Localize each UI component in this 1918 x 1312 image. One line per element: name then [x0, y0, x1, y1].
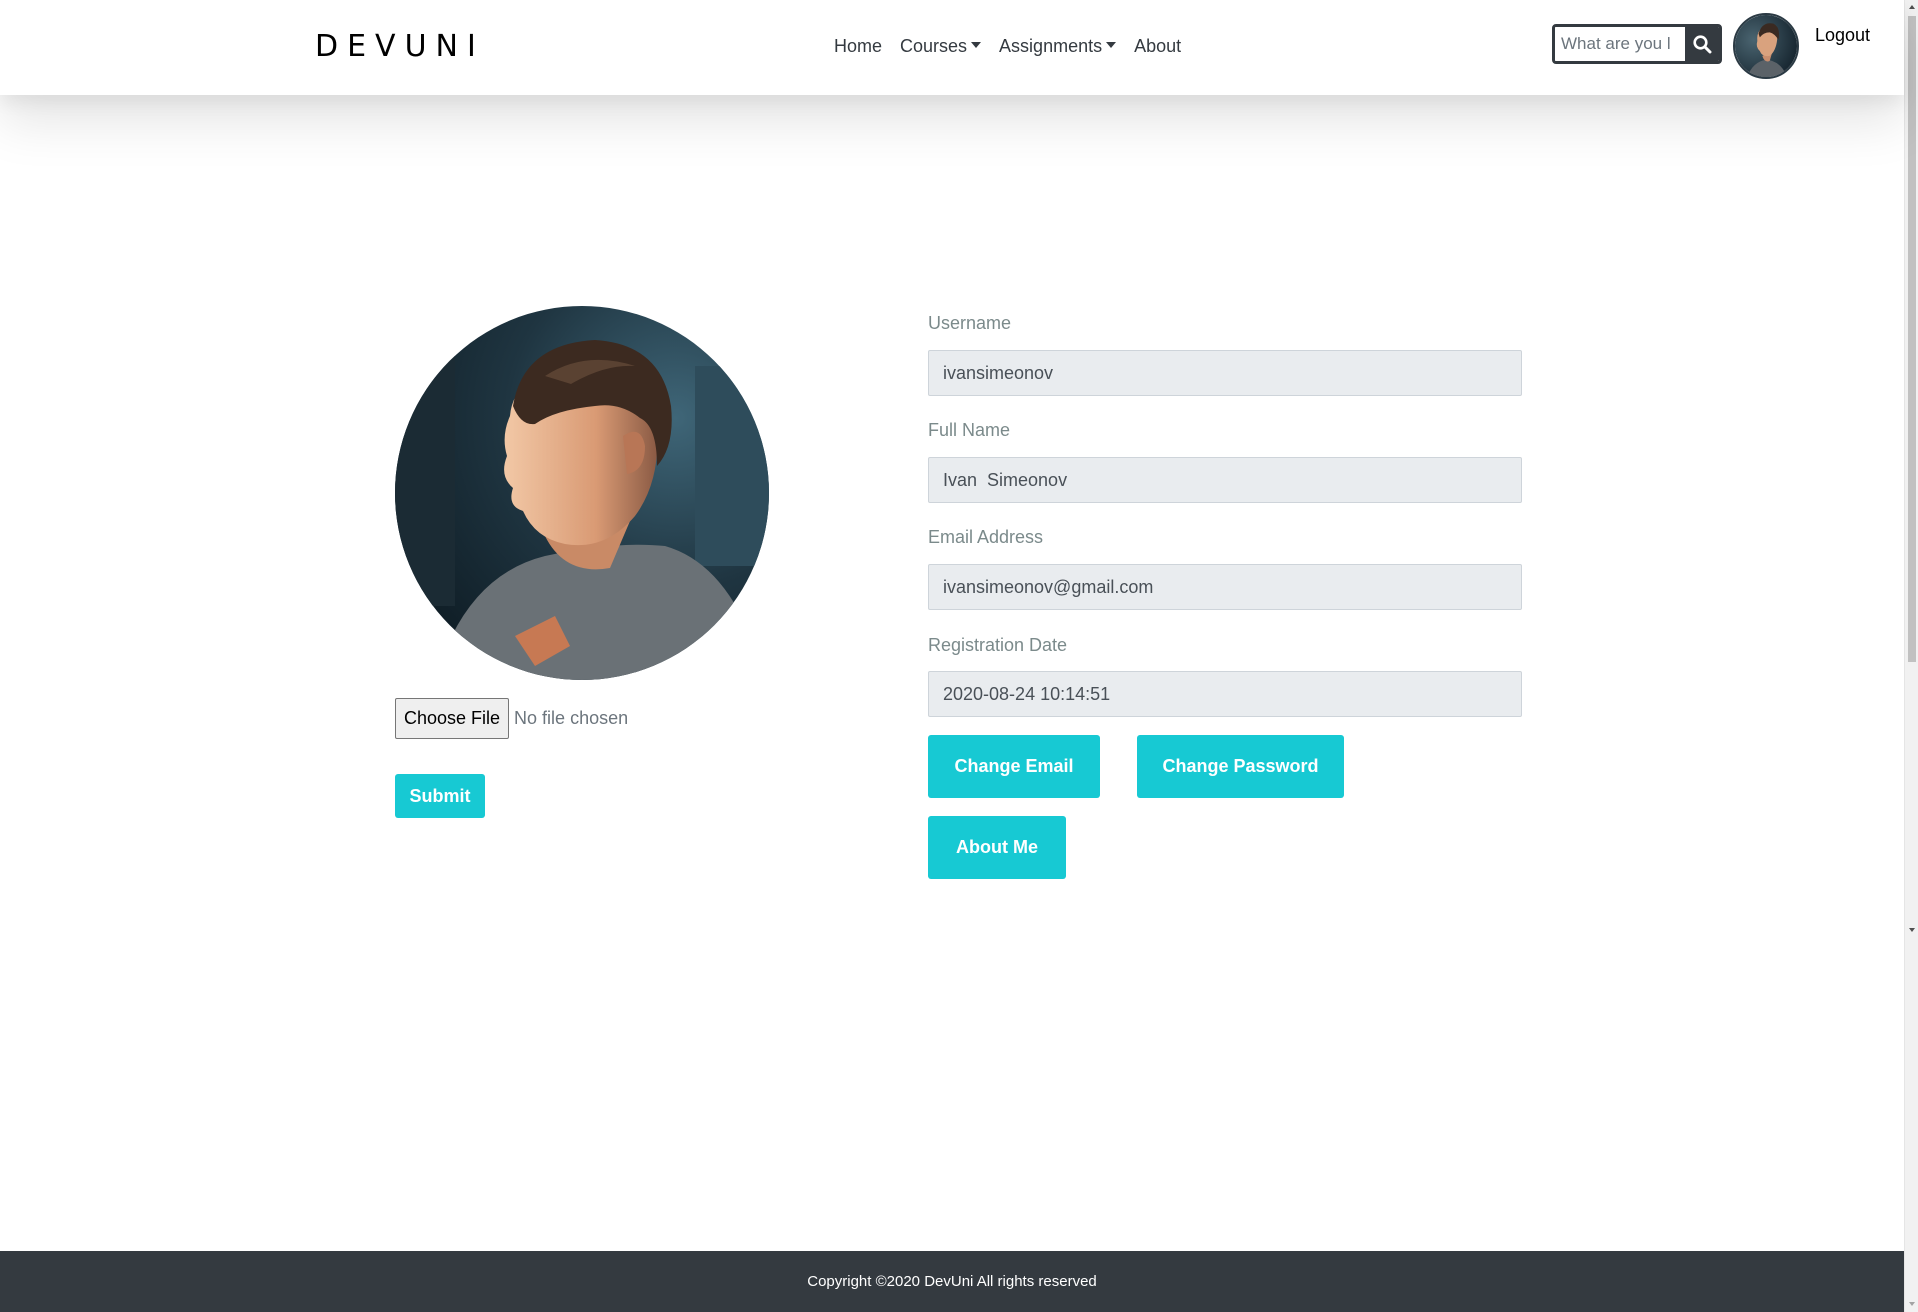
avatar-image [1735, 15, 1797, 77]
search-icon [1693, 35, 1712, 54]
change-email-button[interactable]: Change Email [928, 735, 1100, 798]
copyright-text: Copyright ©2020 DevUni All rights reserv… [807, 1273, 1097, 1290]
caret-down-icon [1106, 41, 1117, 48]
nav-link-about[interactable]: About [1134, 36, 1181, 57]
caret-down-icon [971, 41, 982, 48]
file-upload: Choose File No file chosen [395, 698, 628, 739]
about-me-button[interactable]: About Me [928, 816, 1066, 879]
username-field[interactable]: ivansimeonov [928, 350, 1522, 396]
logout-link[interactable]: Logout [1815, 25, 1870, 46]
username-label: Username [928, 313, 1012, 333]
nav-link-label: Home [834, 36, 883, 56]
main-nav: Home Courses Assignments About [834, 36, 1199, 57]
scroll-down-arrow-icon[interactable] [1909, 1302, 1915, 1306]
email-field[interactable]: ivansimeonov@gmail.com [928, 564, 1522, 610]
full-name-label: Full Name [928, 420, 1011, 440]
submit-photo-button[interactable]: Submit [395, 774, 485, 818]
profile-photo [395, 306, 769, 680]
nav-link-label: About [1134, 36, 1182, 56]
file-status-text: No file chosen [514, 708, 629, 728]
user-avatar[interactable] [1733, 13, 1799, 79]
nav-link-label: Courses [900, 36, 968, 56]
scroll-down-arrow-icon[interactable] [1909, 928, 1915, 932]
nav-link-home[interactable]: Home [834, 36, 882, 57]
page-scrollbar[interactable] [1904, 0, 1918, 1312]
nav-dropdown-courses[interactable]: Courses [900, 36, 982, 57]
search-form [1552, 24, 1722, 64]
nav-link-label: Assignments [999, 36, 1103, 56]
search-button[interactable] [1685, 27, 1719, 61]
scroll-up-arrow-icon[interactable] [1909, 5, 1915, 9]
nav-dropdown-assignments[interactable]: Assignments [999, 36, 1117, 57]
search-input[interactable] [1555, 27, 1685, 61]
page-footer: Copyright ©2020 DevUni All rights reserv… [0, 1251, 1904, 1312]
brand-logo[interactable]: DEVUNI [315, 29, 485, 64]
profile-photo-image [395, 306, 769, 680]
choose-file-button[interactable]: Choose File [395, 698, 510, 739]
top-navbar: DEVUNI Home Courses Assignments About Wh… [0, 0, 1904, 95]
registration-date-field[interactable]: 2020-08-24 10:14:51 [928, 671, 1522, 717]
scrollbar-thumb[interactable] [1908, 16, 1916, 662]
full-name-field[interactable]: Ivan Simeonov [928, 457, 1522, 503]
registration-date-label: Registration Date [928, 635, 1068, 655]
change-password-button[interactable]: Change Password [1137, 735, 1344, 798]
email-label: Email Address [928, 527, 1044, 547]
